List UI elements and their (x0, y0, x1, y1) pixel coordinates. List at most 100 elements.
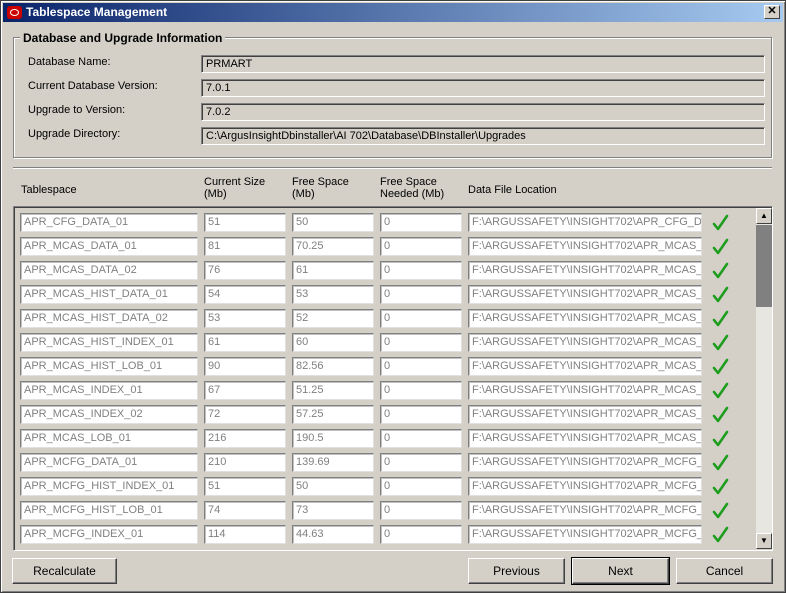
free-space-field[interactable]: 82.56 (292, 357, 374, 376)
free-space-field[interactable]: 44.63 (292, 525, 374, 544)
title-bar[interactable]: Tablespace Management ✕ (3, 3, 783, 22)
free-space-needed-field[interactable]: 0 (380, 333, 462, 352)
current-size-field[interactable]: 210 (204, 453, 286, 472)
current-size-field[interactable]: 51 (204, 213, 286, 232)
tablespace-name-field[interactable]: APR_MCAS_LOB_01 (20, 429, 198, 448)
checkmark-icon (712, 262, 729, 279)
free-space-needed-field[interactable]: 0 (380, 525, 462, 544)
data-file-location-field[interactable]: F:\ARGUSSAFETY\INSIGHT702\APR_MCAS_ (468, 357, 702, 376)
tablespace-name-field[interactable]: APR_MCAS_HIST_DATA_02 (20, 309, 198, 328)
data-file-location-field[interactable]: F:\ARGUSSAFETY\INSIGHT702\APR_MCAS_ (468, 429, 702, 448)
checkmark-icon (712, 334, 729, 351)
previous-button[interactable]: Previous (468, 558, 565, 584)
free-space-field[interactable]: 53 (292, 285, 374, 304)
tablespace-name-field[interactable]: APR_MCFG_INDEX_01 (20, 525, 198, 544)
current-size-field[interactable]: 74 (204, 501, 286, 520)
free-space-field[interactable]: 60 (292, 333, 374, 352)
free-space-field[interactable]: 50 (292, 477, 374, 496)
checkmark-icon (712, 238, 729, 255)
free-space-needed-field[interactable]: 0 (380, 237, 462, 256)
scroll-down-button[interactable]: ▼ (756, 533, 772, 549)
tablespace-name-field[interactable]: APR_MCFG_HIST_LOB_01 (20, 501, 198, 520)
free-space-field[interactable]: 57.25 (292, 405, 374, 424)
current-size-field[interactable]: 51 (204, 477, 286, 496)
current-size-field[interactable]: 53 (204, 309, 286, 328)
table-row: APR_MCAS_INDEX_02 72 57.25 0 F:\ARGUSSAFETY\… (14, 403, 754, 427)
current-size-field[interactable]: 90 (204, 357, 286, 376)
free-space-needed-field[interactable]: 0 (380, 381, 462, 400)
free-space-needed-field[interactable]: 0 (380, 357, 462, 376)
table-row: APR_MCAS_DATA_01 81 70.25 0 F:\ARGUSSAFETY\I… (14, 235, 754, 259)
data-file-location-field[interactable]: F:\ARGUSSAFETY\INSIGHT702\APR_CFG_D (468, 213, 702, 232)
free-space-needed-field[interactable]: 0 (380, 213, 462, 232)
tablespace-name-field[interactable]: APR_MCAS_HIST_DATA_01 (20, 285, 198, 304)
free-space-needed-field[interactable]: 0 (380, 309, 462, 328)
vertical-scrollbar[interactable]: ▲ ▼ (756, 208, 772, 549)
cancel-button[interactable]: Cancel (676, 558, 773, 584)
current-size-field[interactable]: 67 (204, 381, 286, 400)
free-space-field[interactable]: 190.5 (292, 429, 374, 448)
data-file-location-field[interactable]: F:\ARGUSSAFETY\INSIGHT702\APR_MCFG_ (468, 501, 702, 520)
tablespace-name-field[interactable]: APR_MCAS_DATA_02 (20, 261, 198, 280)
scroll-thumb[interactable] (756, 225, 772, 307)
data-file-location-field[interactable]: F:\ARGUSSAFETY\INSIGHT702\APR_MCAS_ (468, 285, 702, 304)
close-button[interactable]: ✕ (764, 5, 780, 19)
data-file-location-field[interactable]: F:\ARGUSSAFETY\INSIGHT702\APR_MCFG_ (468, 477, 702, 496)
free-space-field[interactable]: 51.25 (292, 381, 374, 400)
scroll-up-button[interactable]: ▲ (756, 208, 772, 224)
window-title: Tablespace Management (26, 5, 168, 19)
data-file-location-field[interactable]: F:\ARGUSSAFETY\INSIGHT702\APR_MCAS_ (468, 309, 702, 328)
tablespace-name-field[interactable]: APR_MCFG_DATA_01 (20, 453, 198, 472)
free-space-field[interactable]: 139.69 (292, 453, 374, 472)
tablespace-name-field[interactable]: APR_MCAS_INDEX_01 (20, 381, 198, 400)
table-row: APR_MCAS_INDEX_01 67 51.25 0 F:\ARGUSSAFETY\… (14, 379, 754, 403)
free-space-field[interactable]: 52 (292, 309, 374, 328)
table-row: APR_MCAS_HIST_DATA_01 54 53 0 F:\ARGUSSAFETY… (14, 283, 754, 307)
col-header-free-space: Free Space (Mb) (292, 176, 349, 200)
current-size-field[interactable]: 114 (204, 525, 286, 544)
free-space-needed-field[interactable]: 0 (380, 477, 462, 496)
current-size-field[interactable]: 76 (204, 261, 286, 280)
tablespace-name-field[interactable]: APR_MCAS_HIST_INDEX_01 (20, 333, 198, 352)
current-size-field[interactable]: 61 (204, 333, 286, 352)
free-space-needed-field[interactable]: 0 (380, 405, 462, 424)
tablespace-name-field[interactable]: APR_MCAS_DATA_01 (20, 237, 198, 256)
col-header-data-file-location: Data File Location (468, 184, 557, 196)
checkmark-icon (712, 406, 729, 423)
upgrade-version-field: 7.0.2 (201, 103, 765, 121)
free-space-field[interactable]: 61 (292, 261, 374, 280)
free-space-needed-field[interactable]: 0 (380, 285, 462, 304)
table-row: APR_MCFG_DATA_01 210 139.69 0 F:\ARGUSSAFETY… (14, 451, 754, 475)
recalculate-button[interactable]: Recalculate (12, 558, 117, 584)
next-button[interactable]: Next (571, 557, 670, 585)
current-size-field[interactable]: 54 (204, 285, 286, 304)
data-file-location-field[interactable]: F:\ARGUSSAFETY\INSIGHT702\APR_MCAS_ (468, 237, 702, 256)
data-file-location-field[interactable]: F:\ARGUSSAFETY\INSIGHT702\APR_MCFG_ (468, 525, 702, 544)
data-file-location-field[interactable]: F:\ARGUSSAFETY\INSIGHT702\APR_MCAS_ (468, 333, 702, 352)
tablespace-name-field[interactable]: APR_MCFG_HIST_INDEX_01 (20, 477, 198, 496)
data-file-location-field[interactable]: F:\ARGUSSAFETY\INSIGHT702\APR_MCAS_ (468, 381, 702, 400)
free-space-field[interactable]: 73 (292, 501, 374, 520)
free-space-needed-field[interactable]: 0 (380, 261, 462, 280)
free-space-needed-field[interactable]: 0 (380, 453, 462, 472)
data-file-location-field[interactable]: F:\ARGUSSAFETY\INSIGHT702\APR_MCFG_ (468, 453, 702, 472)
info-group-title: Database and Upgrade Information (20, 31, 226, 45)
current-size-field[interactable]: 81 (204, 237, 286, 256)
table-row: APR_MCAS_LOB_01 216 190.5 0 F:\ARGUSSAFETY\I… (14, 427, 754, 451)
tablespace-name-field[interactable]: APR_MCAS_HIST_LOB_01 (20, 357, 198, 376)
database-name-field: PRMART (201, 55, 765, 73)
data-file-location-field[interactable]: F:\ARGUSSAFETY\INSIGHT702\APR_MCAS_ (468, 405, 702, 424)
current-size-field[interactable]: 216 (204, 429, 286, 448)
data-file-location-field[interactable]: F:\ARGUSSAFETY\INSIGHT702\APR_MCAS_ (468, 261, 702, 280)
current-size-field[interactable]: 72 (204, 405, 286, 424)
table-row: APR_MCFG_HIST_INDEX_01 51 50 0 F:\ARGUSSAFET… (14, 475, 754, 499)
free-space-field[interactable]: 50 (292, 213, 374, 232)
free-space-field[interactable]: 70.25 (292, 237, 374, 256)
upgrade-version-label: Upgrade to Version: (28, 104, 126, 116)
free-space-needed-field[interactable]: 0 (380, 501, 462, 520)
tablespace-name-field[interactable]: APR_CFG_DATA_01 (20, 213, 198, 232)
free-space-needed-field[interactable]: 0 (380, 429, 462, 448)
table-row: APR_MCAS_HIST_DATA_02 53 52 0 F:\ARGUSSAFETY… (14, 307, 754, 331)
tablespace-name-field[interactable]: APR_MCAS_INDEX_02 (20, 405, 198, 424)
checkmark-icon (712, 502, 729, 519)
